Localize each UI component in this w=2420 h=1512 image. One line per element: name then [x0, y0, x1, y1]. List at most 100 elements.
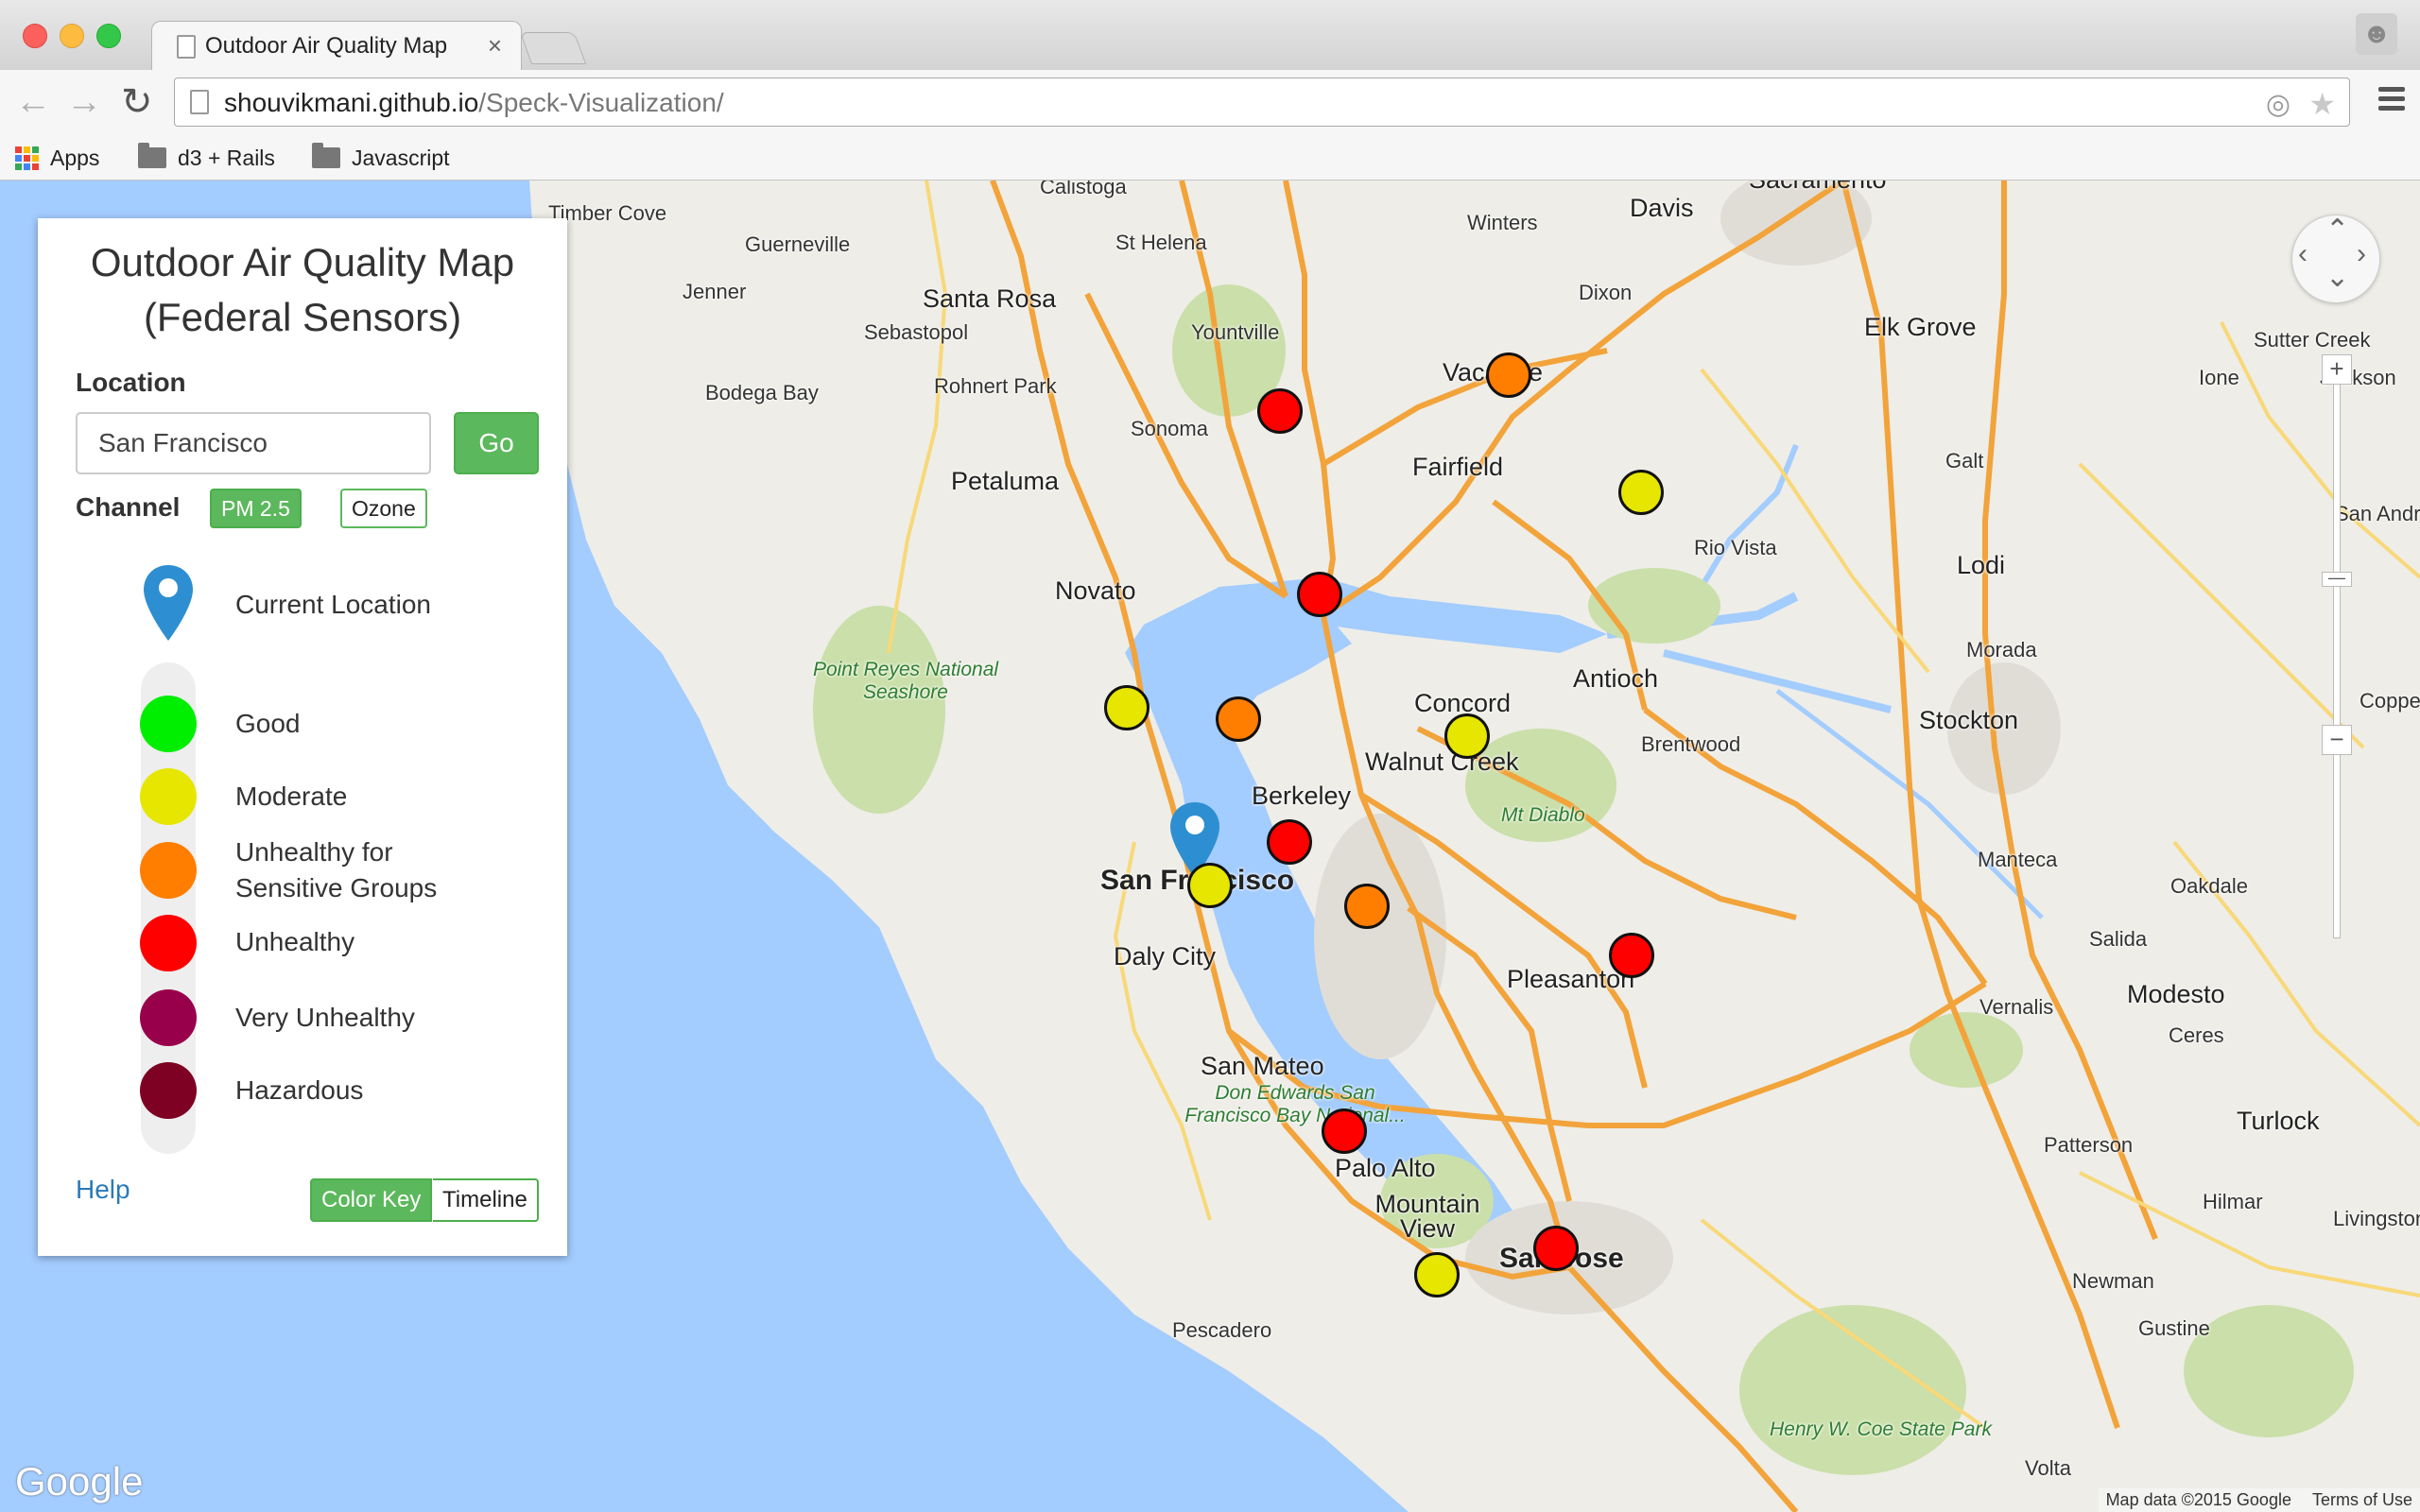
map-label: Sonoma: [1131, 417, 1208, 440]
pan-right-icon[interactable]: ›: [2357, 238, 2366, 270]
channel-pm25-button[interactable]: PM 2.5: [210, 489, 302, 528]
address-bar[interactable]: shouvikmani.github.io/Speck-Visualizatio…: [174, 77, 2350, 127]
map-label: Henry W. Coe State Park: [1770, 1418, 1992, 1440]
sensor-marker[interactable]: [1344, 884, 1390, 929]
timeline-toggle[interactable]: Timeline: [433, 1178, 539, 1222]
legend-swatch-unhealthy: [140, 915, 197, 971]
sensor-marker[interactable]: [1414, 1252, 1460, 1297]
sensor-marker[interactable]: [1187, 863, 1233, 908]
window-close-button[interactable]: [23, 24, 47, 48]
bookmark-label: Apps: [50, 145, 100, 170]
legend-label-good: Good: [235, 709, 301, 738]
sensor-marker[interactable]: [1618, 470, 1664, 515]
title-line-1: Outdoor Air Quality Map: [90, 240, 515, 284]
map-label: Davis: [1630, 194, 1694, 222]
channel-label: Channel: [76, 492, 181, 522]
bookmark-star-icon[interactable]: ★: [2308, 86, 2336, 122]
map-label: Rohnert Park: [934, 374, 1057, 398]
zoom-slider-handle[interactable]: —: [2322, 569, 2352, 587]
map-label: Walnut Creek: [1365, 747, 1519, 776]
legend-label-hazardous: Hazardous: [235, 1075, 364, 1105]
url-path: /Speck-Visualization/: [478, 88, 724, 117]
pan-down-icon[interactable]: ⌄: [2325, 261, 2349, 294]
map-label: Yountville: [1191, 320, 1280, 344]
map-label: Turlock: [2237, 1107, 2320, 1135]
window-maximize-button[interactable]: [96, 24, 121, 48]
map-label: Novato: [1055, 576, 1136, 605]
bookmark-folder-d3-rails[interactable]: d3 + Rails: [138, 142, 275, 174]
sensor-marker[interactable]: [1104, 685, 1150, 730]
legend-label-line: Unhealthy for: [235, 837, 393, 867]
map-label: Point Reyes National Seashore: [812, 659, 999, 703]
back-arrow-icon[interactable]: ←: [15, 83, 51, 121]
zoom-in-button[interactable]: +: [2322, 354, 2352, 385]
map-label: Palo Alto: [1335, 1154, 1436, 1182]
google-logo: Google: [15, 1459, 144, 1503]
url-text[interactable]: shouvikmani.github.io/Speck-Visualizatio…: [224, 88, 724, 118]
tab-close-icon[interactable]: ×: [488, 31, 502, 60]
bookmark-folder-javascript[interactable]: Javascript: [312, 142, 450, 174]
folder-icon: [312, 143, 340, 168]
location-pin-icon: [144, 565, 193, 641]
bookmark-apps[interactable]: Apps: [15, 142, 99, 174]
map-label: St Helena: [1115, 231, 1207, 254]
browser-title-bar: Outdoor Air Quality Map × ☻: [0, 0, 2420, 71]
location-target-icon[interactable]: ◎: [2266, 88, 2290, 121]
bookmarks-bar: Apps d3 + Rails Javascript: [0, 136, 2420, 180]
sensor-marker[interactable]: [1444, 713, 1490, 759]
page-icon: [190, 90, 209, 114]
pan-left-icon[interactable]: ‹: [2298, 238, 2308, 270]
tab-title: Outdoor Air Quality Map: [205, 33, 448, 59]
sensor-marker[interactable]: [1486, 352, 1531, 398]
forward-arrow-icon[interactable]: →: [66, 83, 102, 121]
sensor-marker[interactable]: [1609, 933, 1654, 978]
sensor-marker[interactable]: [1257, 388, 1303, 434]
legend-label-moderate: Moderate: [235, 782, 348, 811]
window-minimize-button[interactable]: [60, 24, 84, 48]
map-label: Mt Diablo: [1501, 804, 1585, 826]
zoom-out-button[interactable]: −: [2322, 725, 2352, 755]
map-label: Ceres: [2169, 1023, 2224, 1047]
folder-icon: [138, 143, 166, 168]
location-input[interactable]: San Francisco: [76, 412, 431, 474]
pan-up-icon[interactable]: ⌃: [2325, 214, 2349, 247]
map-label: Fairfield: [1412, 453, 1504, 481]
map-label: San Andreas: [2335, 502, 2420, 525]
terms-of-use-link[interactable]: Terms of Use: [2312, 1490, 2412, 1509]
channel-ozone-button[interactable]: Ozone: [340, 489, 427, 528]
zoom-slider-track[interactable]: [2333, 369, 2341, 938]
map-label: Copperopolis: [2360, 689, 2420, 713]
map-label: Modesto: [2127, 980, 2225, 1008]
sensor-marker[interactable]: [1267, 819, 1312, 865]
map-label: Bodega Bay: [705, 381, 819, 404]
location-label: Location: [76, 368, 186, 397]
sensor-marker[interactable]: [1216, 696, 1261, 742]
map-label: Don Edwards San Francisco Bay National..…: [1184, 1082, 1406, 1126]
sensor-marker[interactable]: [1322, 1108, 1367, 1154]
new-tab-button[interactable]: [519, 32, 587, 64]
color-key-toggle[interactable]: Color Key: [310, 1178, 433, 1222]
browser-tab[interactable]: Outdoor Air Quality Map ×: [151, 21, 522, 71]
reload-icon[interactable]: ↻: [121, 83, 153, 121]
map-label: Petaluma: [951, 467, 1060, 495]
sensor-marker[interactable]: [1533, 1226, 1579, 1271]
map-label: Calistoga: [1040, 180, 1127, 198]
legend-label-line: Sensitive Groups: [235, 873, 438, 902]
map-label: Salida: [2089, 927, 2148, 951]
help-link[interactable]: Help: [76, 1175, 130, 1205]
map-attribution: Map data ©2015 Google Terms of Use: [2098, 1488, 2420, 1512]
go-button[interactable]: Go: [454, 412, 539, 474]
browser-toolbar: ← → ↻ shouvikmani.github.io/Speck-Visual…: [0, 70, 2420, 136]
profile-icon[interactable]: ☻: [2356, 13, 2397, 55]
map-label: Ione: [2199, 366, 2239, 389]
hamburger-menu-icon[interactable]: [2378, 87, 2405, 115]
map-label: Stockton: [1919, 706, 2019, 734]
legend-label-usg: Unhealthy for Sensitive Groups: [235, 834, 437, 906]
control-panel: Outdoor Air Quality Map (Federal Sensors…: [38, 218, 567, 1256]
sensor-marker[interactable]: [1297, 572, 1342, 617]
map-label: Jenner: [683, 280, 747, 303]
map-label: Gustine: [2138, 1316, 2210, 1340]
map-pan-control[interactable]: ⌃ ⌄ ‹ ›: [2291, 215, 2380, 303]
map-label: Manteca: [1978, 848, 2058, 871]
map-label: Mountain View: [1374, 1190, 1480, 1243]
